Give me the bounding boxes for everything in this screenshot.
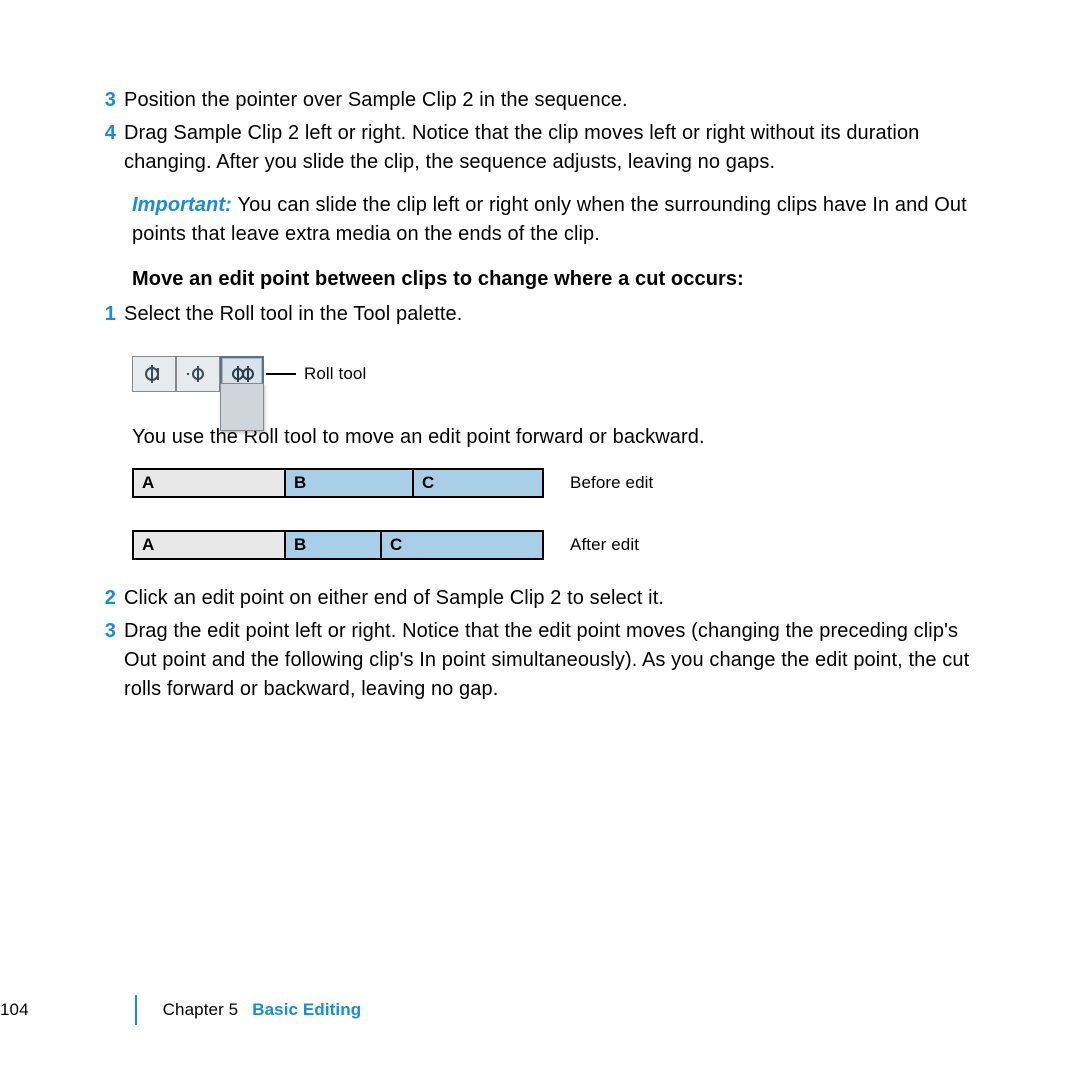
important-text: You can slide the clip left or right onl… bbox=[132, 194, 967, 245]
bar-caption: Before edit bbox=[570, 473, 653, 493]
step-text: Drag the edit point left or right. Notic… bbox=[124, 617, 980, 704]
slip-tool-icon bbox=[176, 356, 220, 392]
step-row: 4 Drag Sample Clip 2 left or right. Noti… bbox=[100, 119, 980, 177]
footer-divider bbox=[135, 995, 137, 1025]
step-number: 2 bbox=[100, 584, 124, 613]
slip-icon bbox=[185, 361, 211, 387]
step-text: Drag Sample Clip 2 left or right. Notice… bbox=[124, 119, 980, 177]
step-text: Select the Roll tool in the Tool palette… bbox=[124, 300, 980, 329]
tool-figure: Roll tool bbox=[132, 349, 980, 399]
clip-segment-a: A bbox=[134, 470, 286, 496]
subheading: Move an edit point between clips to chan… bbox=[132, 265, 980, 294]
tool-dropdown-panel bbox=[220, 383, 264, 431]
clip-segment-b: B bbox=[286, 470, 414, 496]
step-text: Position the pointer over Sample Clip 2 … bbox=[124, 86, 980, 115]
step-row: 1 Select the Roll tool in the Tool palet… bbox=[100, 300, 980, 329]
step-row: 3 Drag the edit point left or right. Not… bbox=[100, 617, 980, 704]
clip-segment-c: C bbox=[414, 470, 542, 496]
clip-segment-a: A bbox=[134, 532, 286, 558]
chapter-title: Basic Editing bbox=[252, 1000, 361, 1020]
clip-segment-c: C bbox=[382, 532, 542, 558]
step-number: 3 bbox=[100, 617, 124, 704]
step-row: 2 Click an edit point on either end of S… bbox=[100, 584, 980, 613]
page-number: 104 bbox=[0, 1000, 29, 1020]
chapter-label: Chapter 5 bbox=[163, 1000, 239, 1020]
step-number: 4 bbox=[100, 119, 124, 177]
after-edit-bar: A B C After edit bbox=[132, 530, 980, 560]
important-lead: Important: bbox=[132, 194, 238, 216]
clip-track: A B C bbox=[132, 530, 544, 560]
bar-caption: After edit bbox=[570, 535, 639, 555]
clip-track: A B C bbox=[132, 468, 544, 498]
important-note: Important: You can slide the clip left o… bbox=[132, 191, 980, 249]
step-row: 3 Position the pointer over Sample Clip … bbox=[100, 86, 980, 115]
ripple-tool-icon bbox=[132, 356, 176, 392]
callout-label: Roll tool bbox=[304, 364, 366, 384]
step-number: 3 bbox=[100, 86, 124, 115]
callout-leader-line bbox=[266, 373, 296, 375]
step-text: Click an edit point on either end of Sam… bbox=[124, 584, 980, 613]
step-number: 1 bbox=[100, 300, 124, 329]
page-content: 3 Position the pointer over Sample Clip … bbox=[0, 0, 1080, 704]
page-footer: 104 Chapter 5 Basic Editing bbox=[0, 995, 361, 1025]
ripple-icon bbox=[141, 361, 167, 387]
before-edit-bar: A B C Before edit bbox=[132, 468, 980, 498]
clip-segment-b: B bbox=[286, 532, 382, 558]
tool-palette-strip bbox=[132, 349, 264, 399]
